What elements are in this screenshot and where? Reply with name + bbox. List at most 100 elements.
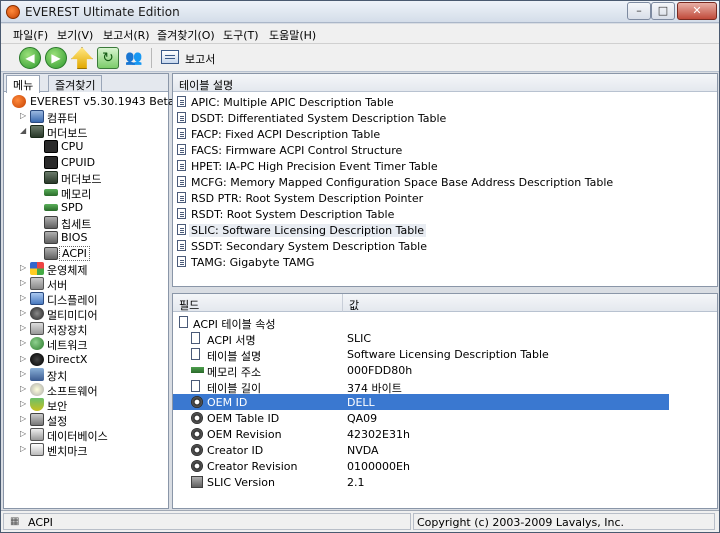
gear-icon (191, 396, 203, 408)
doc-icon (191, 380, 200, 392)
table-row[interactable]: 테이블 설명 Software Licensing Description Tab… (173, 346, 717, 363)
menu-view[interactable]: 보기(V) (57, 27, 93, 43)
refresh-icon[interactable]: ↻ (97, 47, 119, 69)
expand-toggle-icon[interactable]: ◢ (20, 127, 28, 135)
table-list-header-label: 테이블 설명 (179, 79, 234, 92)
forward-icon[interactable]: ▶ (45, 47, 67, 69)
menu-file[interactable]: 파일(F) (13, 27, 48, 43)
toolbar: ◀ ▶ ↻ 👥 보고서 (1, 44, 719, 72)
tree-item-label: 메모리 (61, 187, 92, 201)
property-field: OEM Table ID (207, 412, 280, 425)
expand-toggle-icon[interactable]: ▷ (20, 339, 28, 347)
property-value: DELL (347, 396, 375, 409)
speaker-icon (30, 307, 44, 321)
expand-toggle-icon[interactable]: ▷ (20, 400, 28, 408)
users-icon[interactable]: 👥 (123, 47, 145, 69)
property-field: OEM Revision (207, 428, 282, 441)
expand-toggle-icon[interactable]: ▷ (20, 309, 28, 317)
tree-item-label: SPD (61, 201, 84, 215)
gear-icon (191, 444, 203, 456)
table-row[interactable]: Creator ID NVDA (173, 442, 717, 458)
document-icon (177, 144, 186, 155)
tree-item-label: 컴퓨터 (47, 112, 78, 126)
computer-icon (30, 110, 44, 124)
tree-item-label: 머더보드 (61, 172, 102, 186)
tree-item-label: 칩세트 (61, 218, 92, 232)
table-row[interactable]: ACPI 서명 SLIC (173, 330, 717, 347)
expand-toggle-icon[interactable]: ▷ (20, 112, 28, 120)
table-row[interactable]: ACPI 테이블 속성 (173, 314, 717, 331)
table-row[interactable]: 테이블 길이 374 바이트 (173, 378, 717, 395)
tree-item-label: CPUID (61, 155, 96, 169)
column-header-value[interactable]: 값 (343, 294, 717, 312)
doc-icon (191, 332, 200, 344)
document-icon (177, 176, 186, 187)
menu-tools[interactable]: 도구(T) (223, 27, 259, 43)
expand-toggle-icon[interactable]: ▷ (20, 324, 28, 332)
menu-favorites[interactable]: 즐겨찾기(O) (157, 27, 215, 43)
expand-toggle-icon[interactable]: ▷ (20, 369, 28, 378)
expand-toggle-icon[interactable]: ▷ (20, 278, 28, 287)
table-row[interactable]: Creator Revision 0100000Eh (173, 458, 717, 474)
list-item-label: FACS: Firmware ACPI Control Structure (191, 144, 403, 157)
table-row[interactable]: SLIC Version 2.1 (173, 474, 717, 490)
gear-icon (191, 460, 203, 472)
chipset-icon: ▦ (10, 516, 20, 527)
tree-item-label: DirectX (47, 352, 88, 366)
tree-item-label: BIOS (61, 231, 88, 245)
document-icon (177, 224, 186, 235)
table-row[interactable]: OEM Table ID QA09 (173, 410, 717, 426)
expand-toggle-icon[interactable]: ▷ (20, 445, 28, 453)
maximize-button[interactable]: □ (651, 2, 675, 20)
cpu-icon (44, 155, 58, 169)
menu-help[interactable]: 도움말(H) (269, 27, 316, 43)
expand-toggle-icon[interactable]: ▷ (20, 293, 28, 302)
column-header-field[interactable]: 필드 (173, 294, 343, 312)
expand-toggle-icon[interactable]: ▷ (20, 384, 28, 393)
report-button[interactable]: 보고서 (185, 51, 215, 67)
tree-item-label: EVEREST v5.30.1943 Beta (30, 95, 175, 108)
tree-item-label: 서버 (47, 278, 68, 292)
expand-toggle-icon[interactable]: ▷ (20, 415, 28, 423)
report-icon[interactable] (161, 50, 179, 64)
back-icon[interactable]: ◀ (19, 47, 41, 69)
expand-toggle-icon[interactable]: ▷ (20, 263, 28, 272)
chipset-icon (44, 231, 58, 245)
table-row[interactable]: 메모리 주소 000FDD80h (173, 362, 717, 379)
list-item-label: MCFG: Memory Mapped Configuration Space … (191, 176, 614, 189)
chipset-icon (191, 476, 203, 488)
document-icon (177, 160, 186, 171)
list-item-label: RSD PTR: Root System Description Pointer (191, 192, 424, 205)
motherboard-icon (30, 125, 44, 139)
tab-favorites[interactable]: 즐겨찾기 (48, 75, 103, 92)
close-button[interactable]: ✕ (677, 2, 717, 20)
tree-item-label: 멀티미디어 (47, 309, 98, 323)
list-item-label: DSDT: Differentiated System Description … (191, 112, 447, 125)
chipset-icon (44, 216, 58, 230)
title-bar[interactable]: EVEREST Ultimate Edition – □ ✕ (1, 1, 719, 23)
everest-logo-icon (6, 5, 20, 19)
doc-icon (191, 348, 200, 360)
document-icon (177, 112, 186, 123)
software-icon (30, 382, 44, 396)
table-row[interactable]: OEM Revision 42302E31h (173, 426, 717, 442)
expand-toggle-icon[interactable]: ▷ (20, 354, 28, 363)
tree-item-label: 데이터베이스 (47, 430, 108, 444)
up-icon[interactable] (71, 47, 93, 69)
property-field: SLIC Version (207, 476, 275, 489)
minimize-button[interactable]: – (627, 2, 651, 20)
expand-toggle-icon[interactable]: ▷ (20, 430, 28, 438)
menu-report[interactable]: 보고서(R) (103, 27, 150, 43)
tab-menu[interactable]: 메뉴 (6, 75, 41, 93)
shield-icon (30, 398, 44, 411)
table-list-header[interactable]: 테이블 설명 (173, 74, 717, 92)
table-row[interactable]: OEM ID DELL (173, 394, 669, 410)
tree-item-label: 네트워크 (47, 339, 88, 353)
column-header-value-label: 값 (349, 299, 360, 312)
